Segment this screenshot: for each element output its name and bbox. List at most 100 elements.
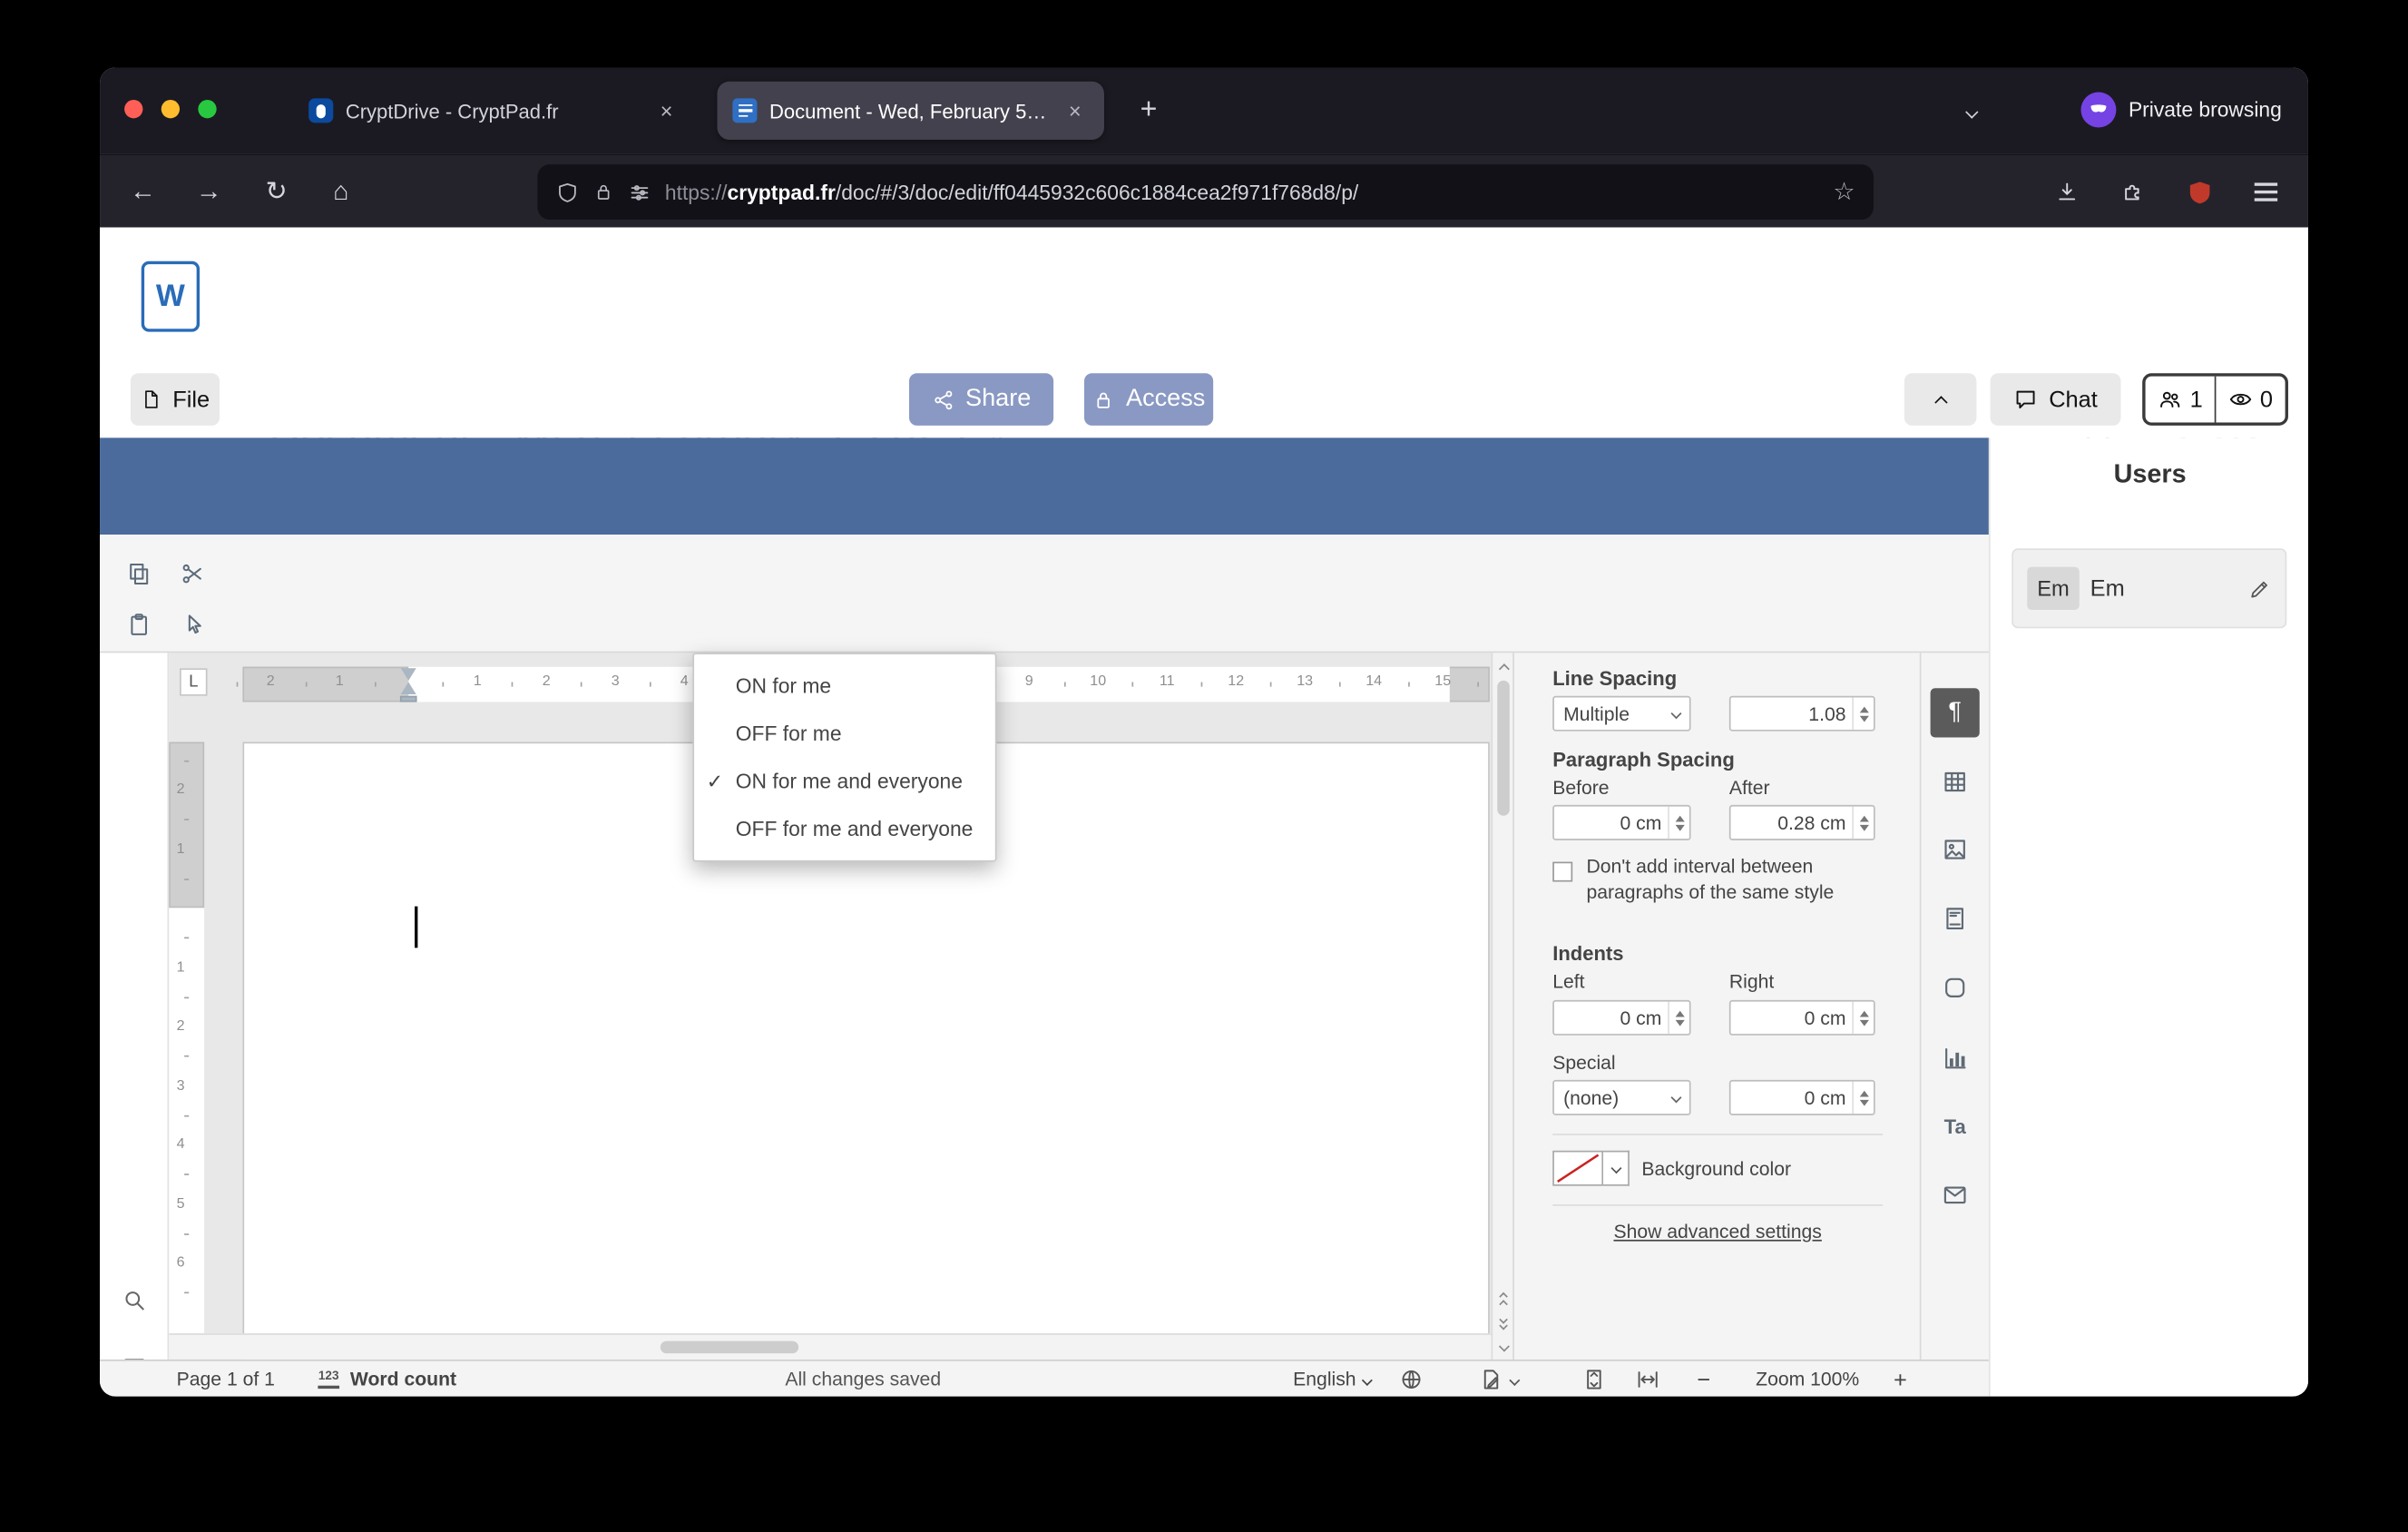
viewers-segment[interactable]: 0 (2216, 377, 2286, 423)
find-button[interactable] (111, 1277, 157, 1323)
line-spacing-amount-spinner[interactable]: 1.08 (1728, 695, 1875, 732)
close-tab-icon[interactable]: × (652, 97, 680, 124)
horizontal-scrollbar[interactable] (169, 1333, 1492, 1360)
edit-name-pencil-icon[interactable] (2248, 577, 2271, 600)
background-color-swatch[interactable] (1552, 1150, 1604, 1186)
chart-settings-tab[interactable] (1931, 1034, 1980, 1083)
menu-item-off-for-me[interactable]: OFF for me (694, 710, 995, 757)
line-spacing-select[interactable]: Multiple (1552, 695, 1691, 732)
decrement-icon[interactable] (1674, 1019, 1684, 1026)
select-all-button[interactable] (172, 604, 212, 643)
menu-item-off-for-everyone[interactable]: OFF for me and everyone (694, 805, 995, 852)
decrement-icon[interactable] (1858, 714, 1869, 722)
h-ruler-tick (650, 682, 651, 687)
decrement-icon[interactable] (1858, 1019, 1869, 1026)
previous-page-button[interactable] (1493, 1287, 1512, 1309)
decrement-icon[interactable] (1674, 824, 1684, 830)
first-line-indent-marker[interactable] (400, 668, 416, 681)
header-footer-settings-tab[interactable] (1931, 894, 1980, 943)
spacing-before-spinner[interactable]: 0 cm (1552, 804, 1691, 840)
cut-button[interactable] (172, 553, 212, 593)
paste-button[interactable] (118, 604, 158, 643)
increment-icon[interactable] (1858, 1009, 1869, 1016)
right-panel-tabs: ¶ Ta (1919, 653, 1989, 1360)
zoom-in-button[interactable]: + (1894, 1361, 1907, 1397)
macos-minimize-button[interactable] (161, 100, 181, 119)
tab-cryptdrive[interactable]: CryptDrive - CryptPad.fr × (293, 83, 695, 138)
ublock-icon[interactable] (2176, 169, 2222, 215)
forward-button[interactable]: → (186, 169, 232, 215)
scroll-up-arrow[interactable] (1493, 656, 1512, 678)
scroll-down-arrow[interactable] (1493, 1337, 1512, 1359)
increment-icon[interactable] (1858, 1089, 1869, 1096)
new-tab-button[interactable]: + (1126, 87, 1172, 133)
increment-icon[interactable] (1858, 705, 1869, 712)
editors-segment[interactable]: 1 (2146, 377, 2216, 423)
zoom-out-button[interactable]: − (1697, 1361, 1710, 1397)
user-card[interactable]: Em Em (2012, 548, 2287, 629)
language-selector[interactable]: English (1293, 1361, 1373, 1397)
spellcheck-language-button[interactable] (1399, 1361, 1424, 1397)
mail-merge-tab[interactable] (1931, 1171, 1980, 1220)
spacing-after-spinner[interactable]: 0.28 cm (1728, 804, 1875, 840)
macos-close-button[interactable] (124, 100, 143, 119)
connection-lock-icon[interactable] (592, 182, 614, 203)
menu-item-on-for-everyone[interactable]: ✓ ON for me and everyone (694, 757, 995, 804)
zoom-level[interactable]: Zoom 100% (1731, 1361, 1884, 1397)
extensions-button[interactable] (2110, 169, 2157, 215)
share-button[interactable]: Share (909, 373, 1054, 426)
downloads-button[interactable] (2044, 169, 2090, 215)
vertical-ruler[interactable]: 2 1 1 2 3 4 5 6 (169, 702, 205, 1334)
fit-width-button[interactable] (1636, 1361, 1660, 1397)
bookmark-star-icon[interactable]: ☆ (1833, 177, 1855, 208)
indent-right-spinner[interactable]: 0 cm (1728, 999, 1875, 1036)
tracking-shield-icon[interactable] (556, 181, 579, 203)
back-button[interactable]: ← (120, 169, 166, 215)
page-indicator[interactable]: Page 1 of 1 (177, 1361, 275, 1397)
url-bar[interactable]: https:// cryptpad.fr /doc/#/3/doc/edit/f… (537, 164, 1874, 221)
table-settings-tab[interactable] (1931, 757, 1980, 806)
vertical-scrollbar[interactable] (1491, 653, 1513, 1360)
tab-document-active[interactable]: Document - Wed, February 5, 2025 × (717, 81, 1104, 141)
close-tab-icon[interactable]: × (1062, 97, 1089, 124)
indent-right-label: Right (1728, 970, 1775, 993)
advanced-settings-link[interactable]: Show advanced settings (1514, 1222, 1922, 1243)
permissions-icon[interactable] (628, 181, 651, 203)
fit-page-button[interactable] (1581, 1361, 1606, 1397)
increment-icon[interactable] (1674, 1009, 1684, 1016)
menu-item-on-for-me[interactable]: ON for me (694, 663, 995, 710)
participants-control[interactable]: 1 0 (2142, 373, 2288, 426)
paragraph-settings-tab[interactable]: ¶ (1930, 688, 1980, 738)
collapse-toolbar-button[interactable] (1904, 373, 1977, 426)
list-all-tabs-button[interactable] (1952, 95, 1992, 129)
indent-left-spinner[interactable]: 0 cm (1552, 999, 1691, 1036)
next-page-button[interactable] (1493, 1311, 1512, 1333)
chat-button[interactable]: Chat (1990, 373, 2121, 426)
increment-icon[interactable] (1858, 814, 1869, 821)
file-menu-button[interactable]: File (130, 373, 220, 426)
copy-button[interactable] (118, 553, 158, 593)
word-count-button[interactable]: 123 Word count (315, 1361, 456, 1397)
image-settings-tab[interactable] (1931, 825, 1980, 874)
reload-button[interactable]: ↻ (253, 169, 299, 215)
hanging-indent-marker[interactable] (400, 682, 416, 695)
access-button[interactable]: Access (1083, 373, 1214, 426)
scrollbar-thumb[interactable] (660, 1340, 799, 1354)
user-initials-chip: Em (2027, 566, 2080, 610)
shape-settings-tab[interactable] (1931, 963, 1980, 1012)
special-indent-spinner[interactable]: 0 cm (1728, 1079, 1875, 1115)
decrement-icon[interactable] (1858, 824, 1869, 830)
macos-zoom-button[interactable] (198, 100, 217, 119)
special-indent-select[interactable]: (none) (1552, 1079, 1691, 1115)
interval-checkbox[interactable] (1552, 861, 1573, 882)
home-button[interactable]: ⌂ (318, 169, 364, 215)
increment-icon[interactable] (1674, 814, 1684, 821)
track-changes-status-button[interactable] (1479, 1361, 1520, 1397)
left-indent-marker[interactable] (399, 695, 417, 702)
scrollbar-thumb[interactable] (1497, 680, 1510, 816)
h-ruler-tick (236, 682, 238, 687)
menu-button[interactable] (2242, 169, 2288, 215)
decrement-icon[interactable] (1858, 1099, 1869, 1105)
text-art-settings-tab[interactable]: Ta (1931, 1102, 1980, 1151)
background-color-dropdown[interactable] (1603, 1150, 1630, 1186)
